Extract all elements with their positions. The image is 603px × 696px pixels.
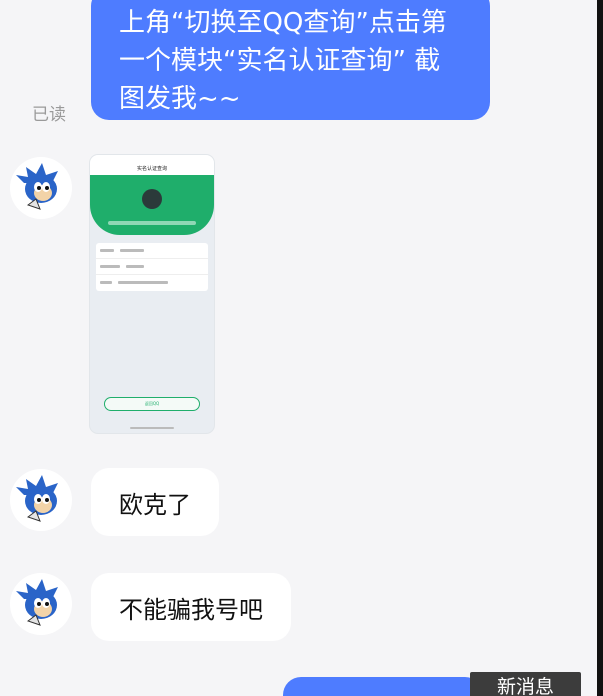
read-status: 已读 bbox=[32, 105, 66, 125]
incoming-message-text: 不能骗我号吧 bbox=[119, 595, 263, 624]
incoming-message-text: 欧克了 bbox=[119, 490, 191, 519]
new-message-button[interactable]: 新消息 bbox=[470, 672, 581, 696]
screenshot-row bbox=[96, 243, 208, 259]
image-message-screenshot[interactable]: 实名认证查询 返回QQ bbox=[90, 155, 214, 433]
screenshot-row bbox=[96, 259, 208, 275]
screenshot-button: 返回QQ bbox=[104, 397, 200, 411]
contact-avatar[interactable] bbox=[10, 157, 72, 219]
incoming-message-bubble[interactable]: 欧克了 bbox=[91, 468, 219, 536]
outgoing-message-bubble[interactable]: 上角“切换至QQ查询”点击第一个模块“实名认证查询” 截图发我~~ bbox=[91, 0, 490, 120]
screenshot-name bbox=[120, 211, 184, 217]
screenshot-home-indicator bbox=[130, 427, 174, 429]
hedgehog-avatar-icon bbox=[10, 157, 72, 219]
incoming-message-bubble[interactable]: 不能骗我号吧 bbox=[91, 573, 291, 641]
hedgehog-avatar-icon bbox=[10, 573, 72, 635]
screenshot-status-bar bbox=[90, 155, 214, 163]
outgoing-message-bubble-partial[interactable] bbox=[283, 677, 483, 696]
screenshot-id bbox=[108, 221, 196, 225]
screenshot-header bbox=[90, 175, 214, 235]
screenshot-row bbox=[96, 275, 208, 291]
hedgehog-avatar-icon bbox=[10, 469, 72, 531]
screenshot-title: 实名认证查询 bbox=[90, 163, 214, 175]
screenshot-avatar bbox=[142, 189, 162, 209]
contact-avatar[interactable] bbox=[10, 573, 72, 635]
outgoing-message-text: 上角“切换至QQ查询”点击第一个模块“实名认证查询” 截图发我~~ bbox=[119, 8, 447, 114]
contact-avatar[interactable] bbox=[10, 469, 72, 531]
window-edge bbox=[597, 0, 603, 696]
screenshot-info-card bbox=[96, 243, 208, 291]
